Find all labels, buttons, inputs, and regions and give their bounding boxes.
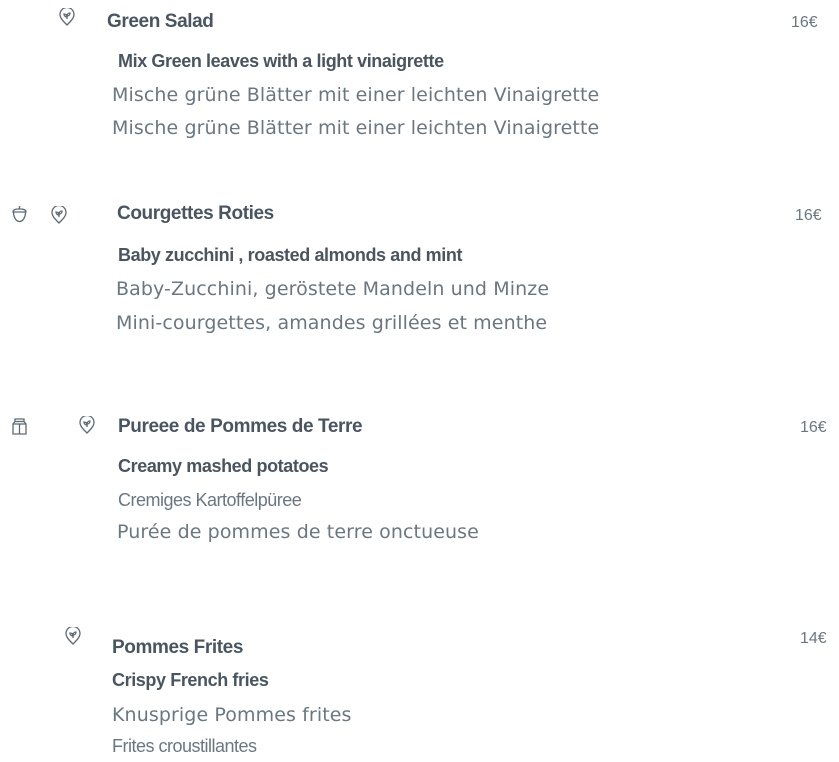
item-description-translation: Mische grüne Blätter mit einer leichten … xyxy=(112,117,600,139)
item-description-english: Baby zucchini , roasted almonds and mint xyxy=(118,245,463,265)
item-name: Green Salad xyxy=(107,11,214,32)
item-name: Pureee de Pommes de Terre xyxy=(118,416,363,437)
item-description-english: Mix Green leaves with a light vinaigrett… xyxy=(118,51,444,71)
vegetarian-icon xyxy=(79,416,95,434)
item-name: Pommes Frites xyxy=(112,637,244,658)
item-description-translation: Purée de pommes de terre onctueuse xyxy=(117,521,479,543)
vegetarian-icon xyxy=(59,8,75,26)
item-description-german: Mische grüne Blätter mit einer leichten … xyxy=(112,84,600,106)
item-description-german: Baby-Zucchini, geröstete Mandeln und Min… xyxy=(116,278,550,300)
item-description-translation: Frites croustillantes xyxy=(112,736,257,756)
dairy-icon xyxy=(12,418,27,435)
item-description-german: Cremiges Kartoffelpüree xyxy=(118,490,302,510)
nuts-icon xyxy=(11,205,28,223)
item-description-translation: Mini-courgettes, amandes grillées et men… xyxy=(116,312,548,334)
vegetarian-icon xyxy=(65,627,81,645)
vegetarian-icon xyxy=(51,206,67,224)
item-price: 16€ xyxy=(800,419,827,436)
item-description-english: Creamy mashed potatoes xyxy=(118,456,329,476)
item-description-english: Crispy French fries xyxy=(112,670,269,690)
item-name: Courgettes Roties xyxy=(117,203,274,224)
item-price: 16€ xyxy=(795,207,822,224)
item-price: 14€ xyxy=(800,630,827,647)
item-price: 16€ xyxy=(791,14,818,31)
item-description-german: Knusprige Pommes frites xyxy=(112,704,352,726)
